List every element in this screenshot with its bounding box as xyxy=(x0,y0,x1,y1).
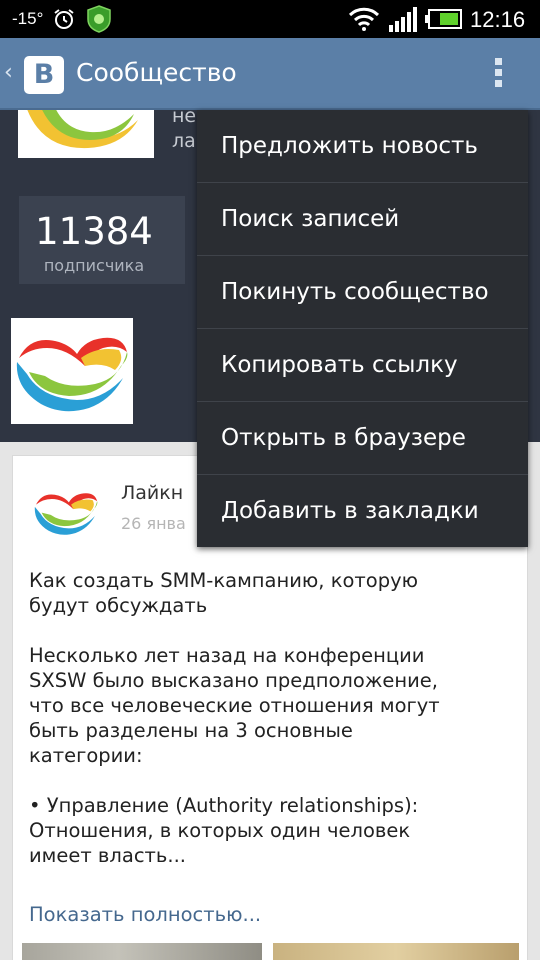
subscribers-label: подписчика xyxy=(43,256,145,275)
battery-icon xyxy=(425,9,462,29)
post-author-avatar[interactable] xyxy=(29,482,103,542)
post-photo[interactable] xyxy=(273,943,519,960)
menu-item-copy-link[interactable]: Копировать ссылку xyxy=(197,329,528,402)
community-name-partial: не ла xyxy=(172,105,197,152)
page-title: Сообщество xyxy=(76,58,237,87)
post-text: Как создать SMM-кампанию, которую будут … xyxy=(29,569,440,867)
overflow-menu-icon[interactable] xyxy=(490,58,506,92)
subscribers-count: 11384 xyxy=(35,210,153,253)
post-photo[interactable] xyxy=(22,943,262,960)
menu-item-add-bookmark[interactable]: Добавить в закладки xyxy=(197,475,528,548)
action-bar: ‹ B Сообщество xyxy=(0,38,540,110)
menu-item-search-posts[interactable]: Поиск записей xyxy=(197,183,528,256)
clock-text: 12:16 xyxy=(470,7,526,32)
wifi-icon xyxy=(348,7,380,31)
status-bar: -15° 12:16 xyxy=(0,0,540,38)
back-chevron-icon[interactable]: ‹ xyxy=(4,60,13,85)
antivirus-shield-icon xyxy=(87,5,111,33)
post-author-name[interactable]: Лайкн xyxy=(121,482,183,504)
community-avatar[interactable] xyxy=(11,318,133,424)
menu-item-suggest-news[interactable]: Предложить новость xyxy=(197,110,528,183)
subscribers-box[interactable]: 11384 подписчика xyxy=(19,196,185,284)
show-more-link[interactable]: Показать полностью... xyxy=(29,903,261,926)
temperature-text: -15° xyxy=(12,9,44,28)
post-date: 26 янва xyxy=(121,514,186,533)
alarm-clock-icon xyxy=(54,9,74,29)
menu-item-leave-community[interactable]: Покинуть сообщество xyxy=(197,256,528,329)
overflow-menu: Предложить новость Поиск записей Покинут… xyxy=(197,110,528,547)
vk-logo[interactable]: B xyxy=(24,56,64,94)
community-avatar-cover xyxy=(18,110,154,158)
menu-item-open-in-browser[interactable]: Открыть в браузере xyxy=(197,402,528,475)
signal-strength-icon xyxy=(389,7,417,32)
